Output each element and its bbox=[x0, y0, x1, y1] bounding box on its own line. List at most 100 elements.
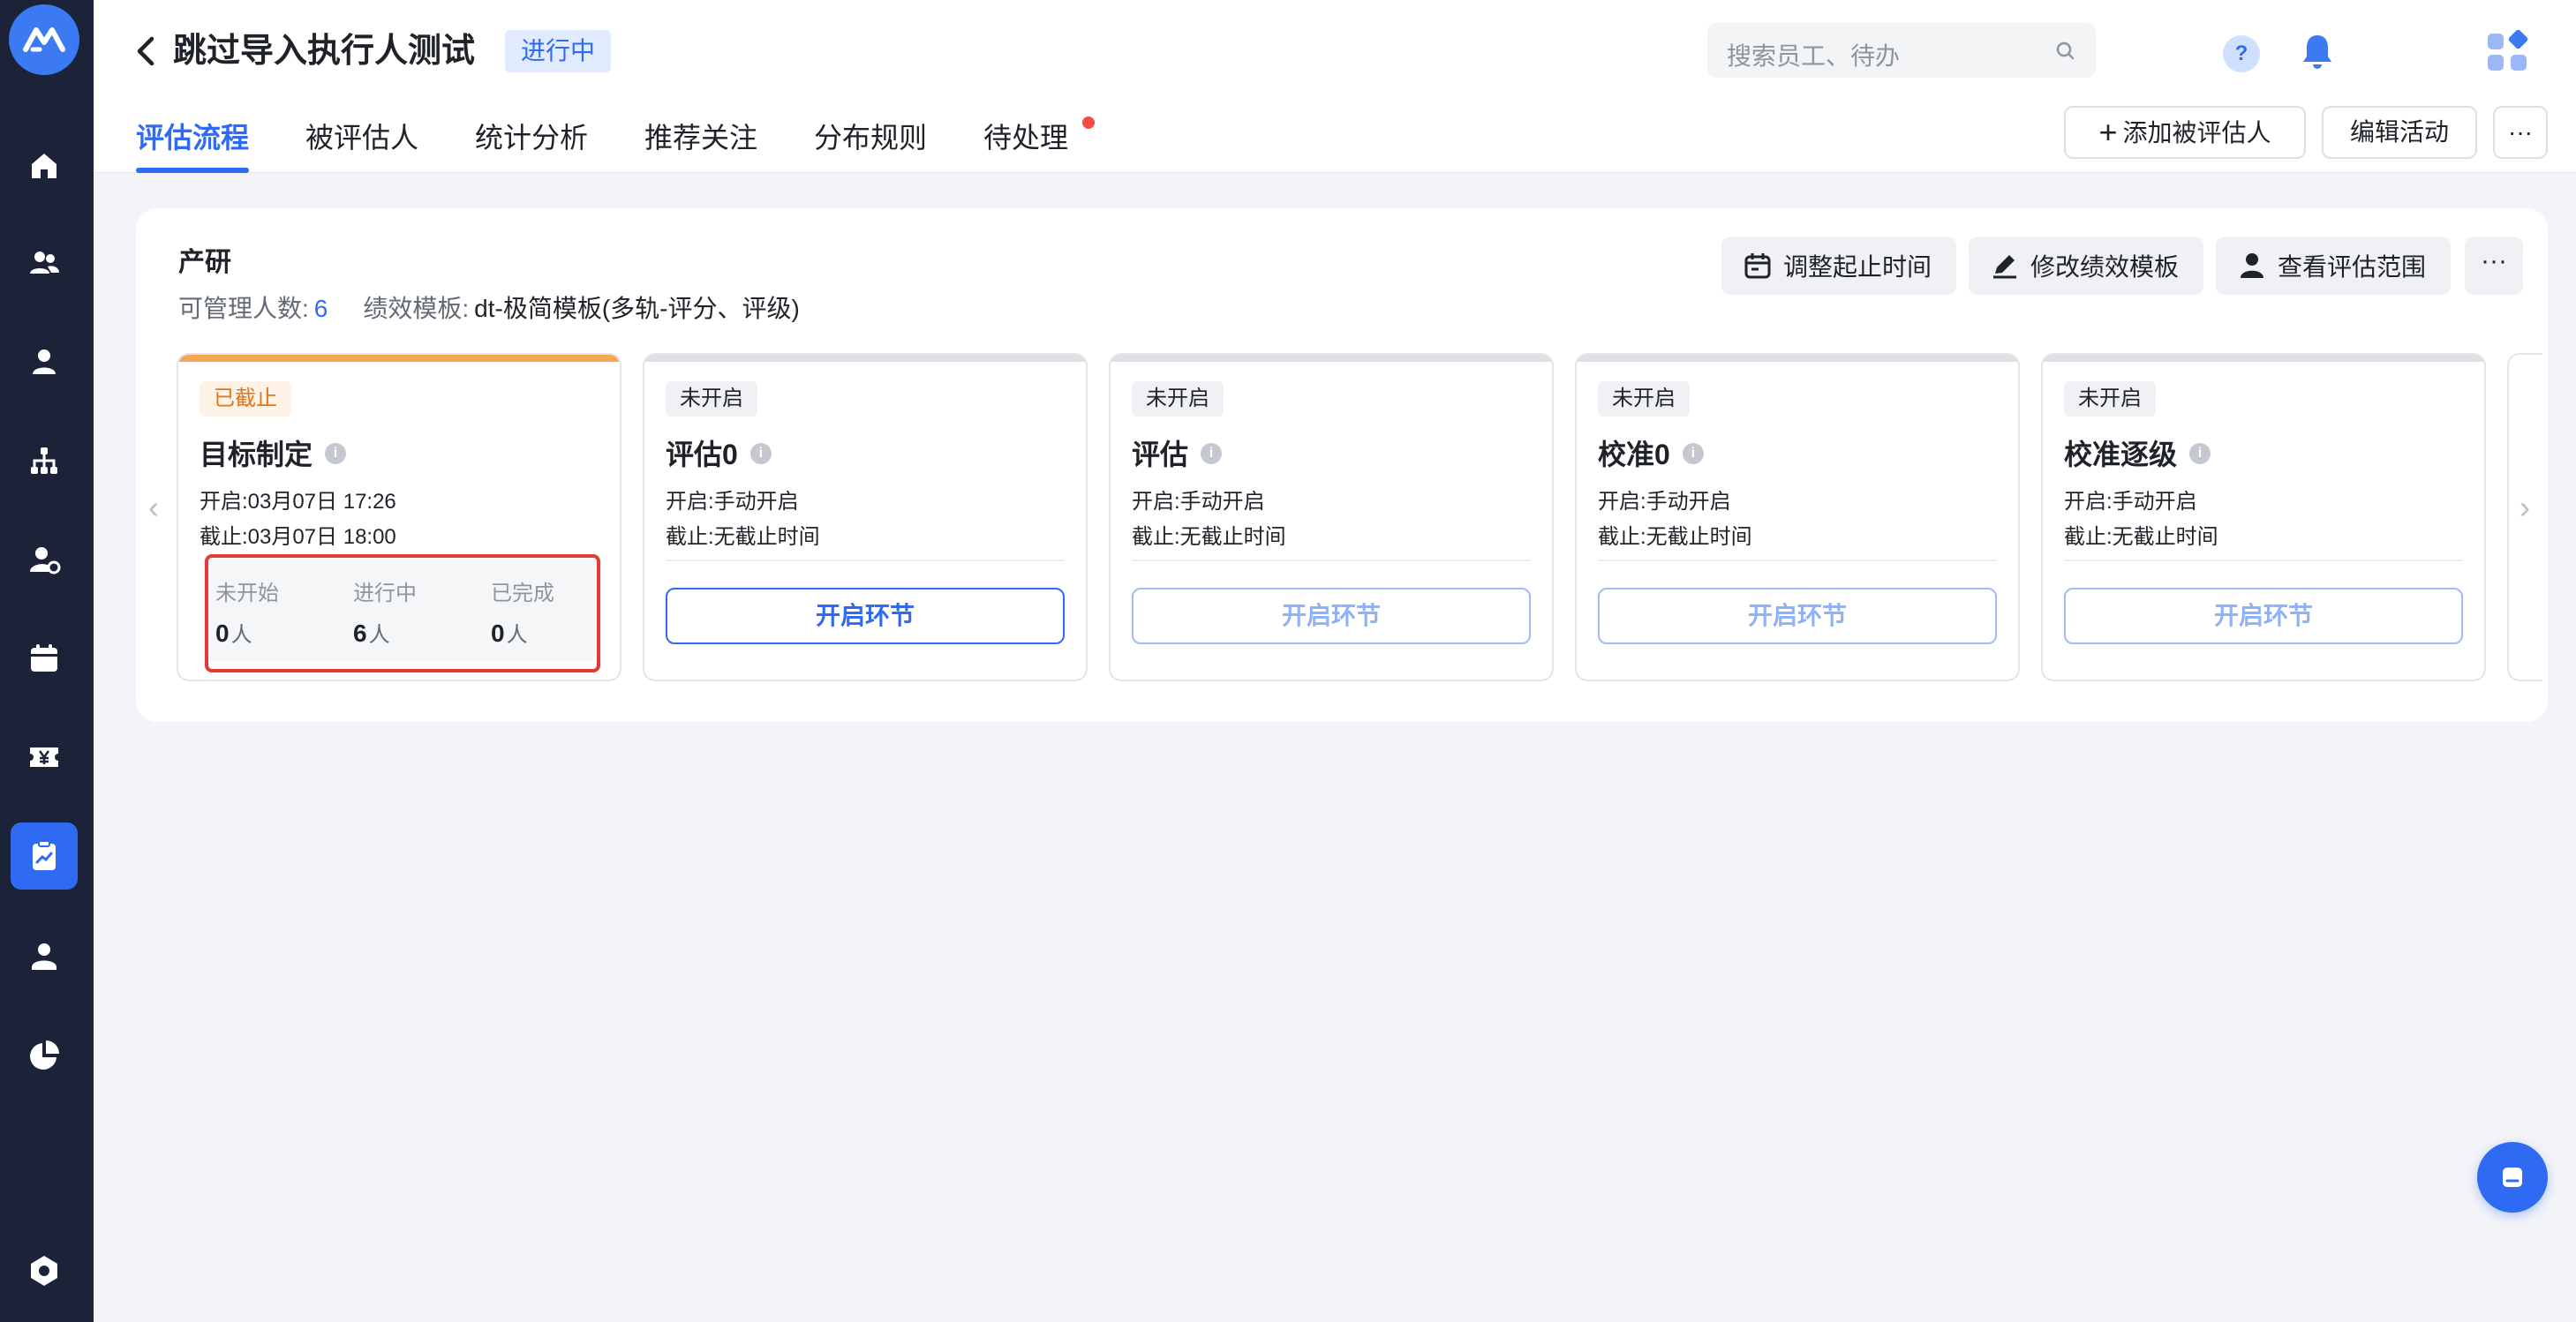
stage-card-calibration0[interactable]: 未开启 校准0 i 开启:手动开启 截止:无截止时间 开启环节 bbox=[1575, 353, 2020, 681]
stage-status-bar bbox=[178, 355, 620, 362]
stage-start-time: 开启:03月07日 17:26 bbox=[200, 490, 396, 514]
view-scope-label: 查看评估范围 bbox=[2278, 253, 2427, 281]
stage-status-tag: 未开启 bbox=[2064, 381, 2156, 417]
stage-name-text: 评估0 bbox=[666, 439, 738, 470]
back-arrow-icon[interactable] bbox=[129, 34, 164, 69]
nav-calendar[interactable] bbox=[11, 625, 78, 692]
person-icon bbox=[2241, 253, 2263, 278]
performance-icon bbox=[33, 840, 56, 870]
tab-evaluees[interactable]: 被评估人 bbox=[305, 113, 418, 173]
stage-name-text: 目标制定 bbox=[200, 439, 313, 470]
nav-salary[interactable] bbox=[11, 724, 78, 791]
nav-person-settings[interactable] bbox=[11, 526, 78, 593]
divider bbox=[1598, 560, 1997, 561]
stage-name: 校准逐级 i bbox=[2064, 432, 2211, 473]
stage-status-tag: 未开启 bbox=[1598, 381, 1690, 417]
nav-settings[interactable] bbox=[11, 1237, 78, 1304]
team-icon bbox=[30, 252, 59, 274]
tab-distribution-rules[interactable]: 分布规则 bbox=[814, 113, 927, 173]
stage-status-bar bbox=[1577, 355, 2018, 362]
nav-person[interactable] bbox=[11, 328, 78, 395]
nav-profile[interactable] bbox=[11, 923, 78, 990]
info-icon[interactable]: i bbox=[1201, 442, 1223, 464]
nav-org[interactable] bbox=[11, 427, 78, 494]
person-icon bbox=[33, 349, 56, 374]
search-placeholder: 搜索员工、待办 bbox=[1727, 42, 1901, 70]
floating-chat-button[interactable] bbox=[2477, 1142, 2548, 1213]
header: 跳过导入执行人测试 进行中 搜索员工、待办 ? 明超 评估流程 被评估人 统计分… bbox=[94, 0, 2576, 173]
bell-icon[interactable] bbox=[2295, 30, 2339, 74]
edit-activity-button[interactable]: 编辑活动 bbox=[2322, 106, 2477, 159]
nav-team[interactable] bbox=[11, 229, 78, 297]
info-icon[interactable]: i bbox=[2189, 442, 2211, 464]
pending-notification-dot bbox=[1082, 116, 1095, 129]
stage-end-time: 截止:无截止时间 bbox=[2064, 525, 2218, 549]
plus-icon: + bbox=[2098, 114, 2118, 150]
template-name: dt-极简模板(多轨-评分、评级) bbox=[474, 295, 800, 322]
open-stage-button[interactable]: 开启环节 bbox=[2064, 588, 2463, 644]
sidebar bbox=[0, 0, 94, 1322]
add-evaluee-label: 添加被评估人 bbox=[2122, 119, 2271, 146]
nav-home[interactable] bbox=[11, 132, 78, 199]
stage-status-bar bbox=[644, 355, 1086, 362]
info-icon[interactable]: i bbox=[325, 442, 347, 464]
stage-name-text: 校准0 bbox=[1598, 439, 1670, 470]
stage-name: 校准0 i bbox=[1598, 432, 1704, 473]
chat-icon bbox=[2503, 1168, 2522, 1187]
yen-ticket-icon bbox=[30, 747, 58, 767]
header-more-button[interactable]: ··· bbox=[2493, 106, 2548, 159]
template-label: 绩效模板: bbox=[363, 295, 470, 322]
help-icon[interactable]: ? bbox=[2223, 35, 2260, 72]
nav-performance[interactable] bbox=[11, 822, 78, 890]
adjust-time-button[interactable]: 调整起止时间 bbox=[1721, 237, 1957, 295]
info-icon[interactable]: i bbox=[1682, 442, 1704, 464]
stage-start-time: 开启:手动开启 bbox=[2064, 490, 2197, 514]
divider bbox=[666, 560, 1065, 561]
open-stage-button[interactable]: 开启环节 bbox=[1132, 588, 1531, 644]
apps-icon[interactable] bbox=[2486, 30, 2528, 72]
stage-end-time: 截止:无截止时间 bbox=[1598, 525, 1752, 549]
stage-name: 评估 i bbox=[1132, 432, 1223, 473]
group-title: 产研 bbox=[178, 248, 231, 277]
panel-more-button[interactable]: ··· bbox=[2465, 237, 2523, 295]
stage-status-tag: 已截止 bbox=[200, 381, 291, 417]
annotation-highlight-box bbox=[205, 554, 600, 672]
add-evaluee-button[interactable]: + 添加被评估人 bbox=[2064, 106, 2306, 159]
info-icon[interactable]: i bbox=[749, 442, 772, 464]
stage-start-time: 开启:手动开启 bbox=[666, 490, 799, 514]
app-logo[interactable] bbox=[9, 4, 79, 75]
search-icon[interactable] bbox=[2053, 39, 2078, 64]
stage-end-time: 截止:03月07日 18:00 bbox=[200, 525, 396, 549]
scroll-left-arrow[interactable]: ‹ bbox=[148, 489, 159, 526]
stage-start-time: 开启:手动开启 bbox=[1598, 490, 1731, 514]
tab-pending[interactable]: 待处理 bbox=[983, 113, 1068, 173]
pie-chart-icon bbox=[30, 1040, 59, 1070]
open-stage-button[interactable]: 开启环节 bbox=[1598, 588, 1997, 644]
manageable-label: 可管理人数: bbox=[178, 295, 309, 322]
stage-name-text: 校准逐级 bbox=[2064, 439, 2178, 470]
edit-template-label: 修改绩效模板 bbox=[2030, 253, 2180, 281]
status-badge: 进行中 bbox=[505, 30, 612, 72]
nav-reports[interactable] bbox=[11, 1022, 78, 1089]
divider bbox=[2064, 560, 2463, 561]
stage-card-calibration-levels[interactable]: 未开启 校准逐级 i 开启:手动开启 截止:无截止时间 开启环节 bbox=[2041, 353, 2486, 681]
tab-evaluation-process[interactable]: 评估流程 bbox=[136, 113, 250, 173]
stage-start-time: 开启:手动开启 bbox=[1132, 490, 1265, 514]
view-scope-button[interactable]: 查看评估范围 bbox=[2216, 237, 2452, 295]
divider bbox=[1132, 560, 1531, 561]
stage-card-evaluation[interactable]: 未开启 评估 i 开启:手动开启 截止:无截止时间 开启环节 bbox=[1109, 353, 1554, 681]
edit-template-button[interactable]: 修改绩效模板 bbox=[1969, 237, 2204, 295]
stage-name-text: 评估 bbox=[1132, 439, 1189, 470]
stage-card-evaluation0[interactable]: 未开启 评估0 i 开启:手动开启 截止:无截止时间 开启环节 bbox=[643, 353, 1088, 681]
stage-end-time: 截止:无截止时间 bbox=[666, 525, 820, 549]
home-icon bbox=[32, 154, 56, 178]
search-input[interactable]: 搜索员工、待办 bbox=[1707, 23, 2096, 78]
stage-name: 评估0 i bbox=[666, 432, 772, 473]
stage-card-partial bbox=[2507, 353, 2542, 681]
tab-statistics[interactable]: 统计分析 bbox=[475, 113, 588, 173]
tab-recommended[interactable]: 推荐关注 bbox=[644, 113, 757, 173]
stage-status-bar bbox=[1111, 355, 1552, 362]
person-gear-icon bbox=[30, 547, 61, 575]
stage-status-tag: 未开启 bbox=[1132, 381, 1224, 417]
open-stage-button[interactable]: 开启环节 bbox=[666, 588, 1065, 644]
